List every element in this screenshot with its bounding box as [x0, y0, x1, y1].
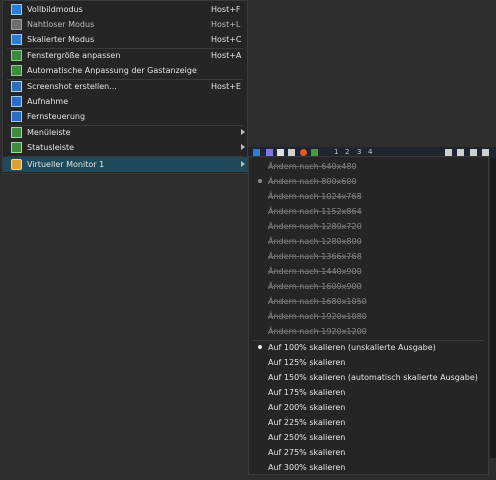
resize-1024x768[interactable]: Ändern nach 1024x768 [249, 189, 488, 204]
radio-selected-icon [258, 345, 262, 349]
menu-item-seamless[interactable]: Nahtloser Modus Host+L [3, 17, 247, 32]
submenu-item-label: Ändern nach 1280x800 [268, 237, 362, 246]
submenu-item-label: Auf 150% skalieren (automatisch skaliert… [268, 373, 478, 382]
menu-item-fullscreen[interactable]: Vollbildmodus Host+F [3, 2, 247, 17]
submenu-item-label: Ändern nach 1600x900 [268, 282, 362, 291]
menu-item-scaled[interactable]: Skalierter Modus Host+C [3, 32, 247, 47]
lock-icon[interactable] [482, 149, 489, 156]
submenu-item-label: Auf 100% skalieren (unskalierte Ausgabe) [268, 343, 436, 352]
menu-item-recording[interactable]: Aufnahme [3, 94, 247, 109]
menu-item-shortcut: Host+L [211, 20, 241, 29]
submenu-arrow-icon [241, 161, 245, 167]
resize-icon [11, 50, 22, 61]
volume-icon[interactable] [457, 149, 464, 156]
vm-edit-icon[interactable] [288, 149, 295, 156]
statusbar-icon [11, 142, 22, 153]
menu-item-menubar[interactable]: Menüleiste [3, 125, 247, 140]
submenu-item-label: Ändern nach 640x480 [268, 162, 357, 171]
fullscreen-icon [11, 4, 22, 15]
vm-terminal-icon[interactable] [311, 149, 318, 156]
menu-item-label: Automatische Anpassung der Gastanzeige [27, 66, 197, 75]
vm-browser-icon[interactable] [300, 149, 307, 156]
display-icon[interactable] [445, 149, 452, 156]
resize-1280x800[interactable]: Ändern nach 1280x800 [249, 234, 488, 249]
menu-item-label: Fenstergröße anpassen [27, 51, 121, 60]
scale-125[interactable]: Auf 125% skalieren [249, 355, 488, 370]
seamless-icon [11, 19, 22, 30]
resize-1600x900[interactable]: Ändern nach 1600x900 [249, 279, 488, 294]
resize-1366x768[interactable]: Ändern nach 1366x768 [249, 249, 488, 264]
menu-item-label: Virtueller Monitor 1 [27, 160, 105, 169]
virtual-monitor-icon [11, 159, 22, 170]
menu-item-statusbar[interactable]: Statusleiste [3, 140, 247, 155]
scale-250[interactable]: Auf 250% skalieren [249, 430, 488, 445]
submenu-item-label: Auf 300% skalieren [268, 463, 346, 472]
menu-item-shortcut: Host+F [211, 5, 241, 14]
vm-screen-edge [490, 158, 496, 458]
resize-640x480[interactable]: Ändern nach 640x480 [249, 159, 488, 174]
screenshot-icon [11, 81, 22, 92]
resize-800x600[interactable]: Ändern nach 800x600 [249, 174, 488, 189]
submenu-item-label: Auf 250% skalieren [268, 433, 346, 442]
scale-275[interactable]: Auf 275% skalieren [249, 445, 488, 460]
menu-item-label: Statusleiste [27, 143, 75, 152]
scale-100[interactable]: Auf 100% skalieren (unskalierte Ausgabe) [249, 340, 488, 355]
submenu-item-label: Auf 225% skalieren [268, 418, 346, 427]
virtual-monitor-submenu: Ändern nach 640x480 Ändern nach 800x600 … [248, 156, 489, 475]
menu-item-shortcut: Host+E [211, 82, 241, 91]
menu-item-label: Skalierter Modus [27, 35, 95, 44]
submenu-item-label: Auf 125% skalieren [268, 358, 346, 367]
submenu-item-label: Ändern nach 1920x1200 [268, 327, 367, 336]
submenu-item-label: Auf 200% skalieren [268, 403, 346, 412]
menu-item-virtual-monitor-1[interactable]: Virtueller Monitor 1 [3, 157, 247, 172]
submenu-item-label: Ändern nach 1920x1080 [268, 312, 367, 321]
scale-150[interactable]: Auf 150% skalieren (automatisch skaliert… [249, 370, 488, 385]
resize-1440x900[interactable]: Ändern nach 1440x900 [249, 264, 488, 279]
menubar-icon [11, 127, 22, 138]
scale-175[interactable]: Auf 175% skalieren [249, 385, 488, 400]
vm-network-icon[interactable] [266, 149, 273, 156]
menu-item-label: Screenshot erstellen... [27, 82, 117, 91]
menu-item-shortcut: Host+C [211, 35, 242, 44]
submenu-item-label: Auf 175% skalieren [268, 388, 346, 397]
menu-item-screenshot[interactable]: Screenshot erstellen... Host+E [3, 79, 247, 94]
submenu-item-label: Auf 275% skalieren [268, 448, 346, 457]
submenu-item-label: Ändern nach 1152x864 [268, 207, 362, 216]
vm-folder-icon[interactable] [277, 149, 284, 156]
resize-1920x1200[interactable]: Ändern nach 1920x1200 [249, 324, 488, 339]
submenu-arrow-icon [241, 129, 245, 135]
menu-item-label: Vollbildmodus [27, 5, 83, 14]
resize-1152x864[interactable]: Ändern nach 1152x864 [249, 204, 488, 219]
view-menu: Vollbildmodus Host+F Nahtloser Modus Hos… [2, 0, 248, 174]
menu-item-remote-display[interactable]: Fernsteuerung [3, 109, 247, 124]
menu-item-adjust-window[interactable]: Fenstergröße anpassen Host+A [3, 48, 247, 63]
scale-300[interactable]: Auf 300% skalieren [249, 460, 488, 475]
menu-item-label: Fernsteuerung [27, 112, 86, 121]
scale-225[interactable]: Auf 225% skalieren [249, 415, 488, 430]
record-icon [11, 96, 22, 107]
submenu-item-label: Ändern nach 1680x1050 [268, 297, 367, 306]
menu-item-label: Menüleiste [27, 128, 71, 137]
submenu-item-label: Ändern nach 1366x768 [268, 252, 362, 261]
menu-item-shortcut: Host+A [211, 51, 242, 60]
menu-item-label: Aufnahme [27, 97, 69, 106]
submenu-arrow-icon [241, 144, 245, 150]
resize-1680x1050[interactable]: Ändern nach 1680x1050 [249, 294, 488, 309]
submenu-item-label: Ändern nach 1024x768 [268, 192, 362, 201]
menu-item-label: Nahtloser Modus [27, 20, 95, 29]
notification-icon[interactable] [470, 149, 477, 156]
resize-1280x720[interactable]: Ändern nach 1280x720 [249, 219, 488, 234]
submenu-item-label: Ändern nach 800x600 [268, 177, 357, 186]
scaled-icon [11, 34, 22, 45]
menu-item-auto-resize[interactable]: Automatische Anpassung der Gastanzeige [3, 63, 247, 78]
remote-display-icon [11, 111, 22, 122]
submenu-item-label: Ändern nach 1280x720 [268, 222, 362, 231]
radio-selected-icon [258, 179, 262, 183]
resize-1920x1080[interactable]: Ändern nach 1920x1080 [249, 309, 488, 324]
auto-resize-icon [11, 65, 22, 76]
vm-settings-icon[interactable] [253, 149, 260, 156]
submenu-item-label: Ändern nach 1440x900 [268, 267, 362, 276]
scale-200[interactable]: Auf 200% skalieren [249, 400, 488, 415]
